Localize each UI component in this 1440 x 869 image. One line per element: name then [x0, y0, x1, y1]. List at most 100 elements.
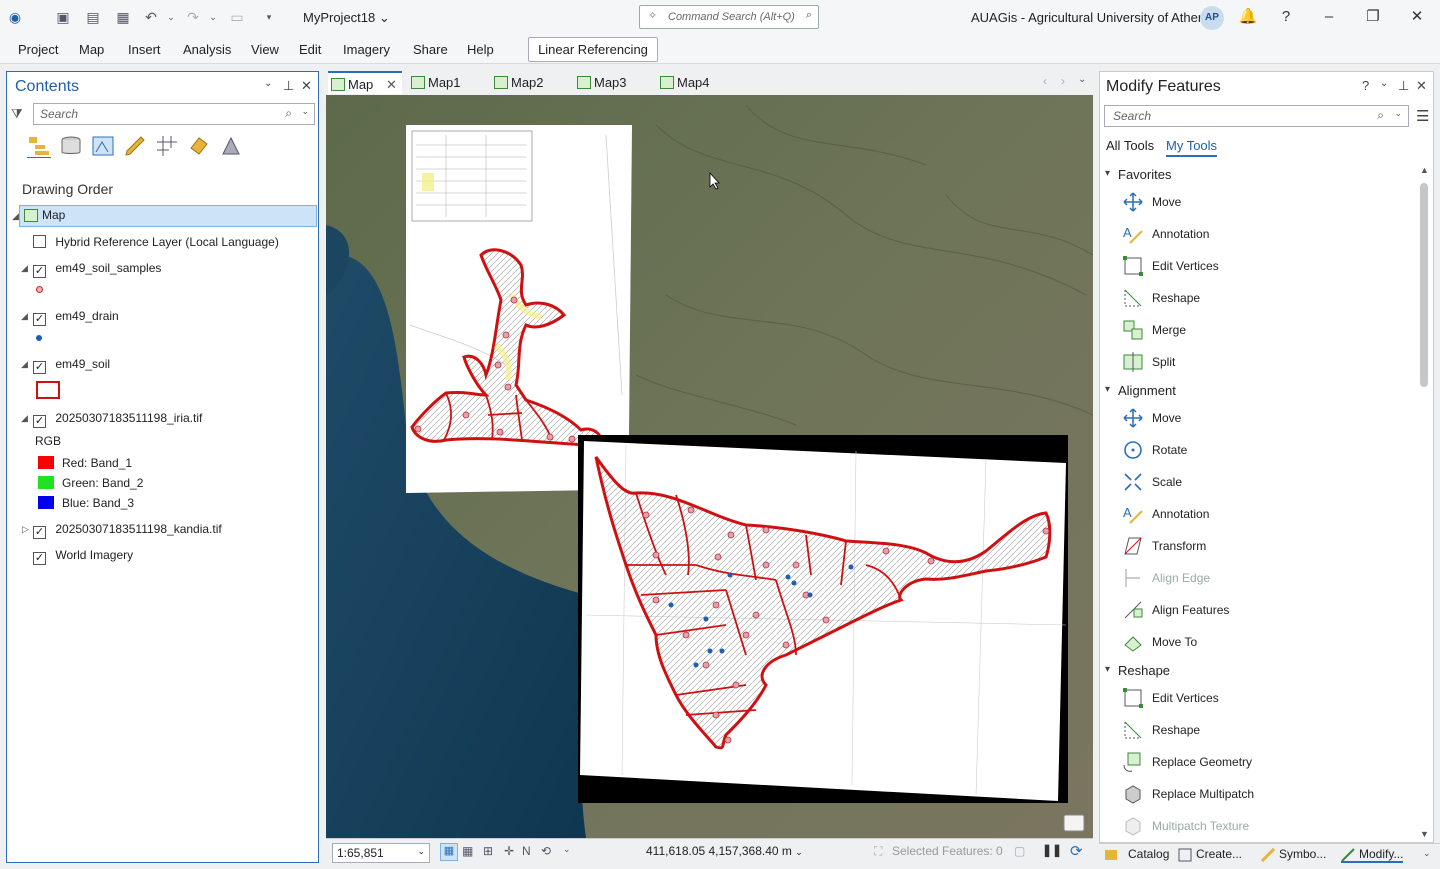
menu-icon[interactable]: ☰ [1416, 107, 1429, 125]
clear-selection-icon[interactable]: ▢ [1014, 844, 1025, 858]
group-alignment[interactable]: ▾ Alignment [1105, 383, 1176, 398]
menu-analysis[interactable]: Analysis [183, 42, 231, 57]
chevron-down-icon[interactable]: ⌄ [563, 844, 571, 855]
tool-multipatch-texture[interactable]: Multipatch Texture [1122, 815, 1322, 839]
avatar[interactable]: AP [1200, 6, 1224, 30]
layer-world-imagery[interactable]: ✓ World Imagery [33, 545, 133, 565]
tab-map2[interactable]: Map2 [491, 71, 544, 94]
close-tab-icon[interactable]: ✕ [386, 77, 397, 93]
notifications-icon[interactable]: 🔔 [1237, 6, 1259, 28]
map-canvas[interactable] [326, 95, 1093, 838]
tool-align-annotation[interactable]: A Annotation [1122, 503, 1322, 527]
tool-replace-multipatch[interactable]: Replace Multipatch [1122, 783, 1322, 807]
layer-hybrid-reference[interactable]: Hybrid Reference Layer (Local Language) [33, 232, 279, 252]
close-pane-icon[interactable]: ✕ [1416, 78, 1427, 94]
map-tips-icon[interactable] [1063, 814, 1085, 832]
menu-view[interactable]: View [251, 42, 279, 57]
list-by-labeling-icon[interactable] [187, 134, 211, 158]
pane-options-icon[interactable]: ⌄ [1380, 78, 1388, 89]
collapse-icon[interactable]: ◢ [21, 311, 28, 322]
tool-annotation[interactable]: A Annotation [1122, 223, 1322, 247]
help-icon[interactable]: ? [1275, 6, 1297, 28]
menu-project[interactable]: Project [18, 42, 58, 57]
tab-symbology[interactable]: Symbo... [1261, 847, 1326, 862]
list-by-selection-icon[interactable] [91, 134, 115, 158]
pin-icon[interactable]: ⊥ [1398, 78, 1409, 94]
modify-scrollbar[interactable]: ▲ ▼ [1416, 165, 1432, 843]
refresh-icon[interactable]: ⟳ [1070, 842, 1083, 860]
scale-selector[interactable]: 1:65,851 ⌄ [332, 843, 430, 863]
group-favorites[interactable]: ▾ Favorites [1105, 167, 1171, 182]
tab-map4[interactable]: Map4 [657, 71, 710, 94]
pause-drawing-icon[interactable]: ❚❚ [1042, 843, 1062, 857]
modify-search-input[interactable]: Search ⌕ ⌄ [1104, 105, 1409, 127]
tool-move-to[interactable]: Move To [1122, 631, 1322, 655]
collapse-icon[interactable]: ◢ [21, 413, 28, 424]
layer-kandia-tif[interactable]: ✓ 20250307183511198_kandia.tif [33, 519, 222, 539]
visibility-checkbox[interactable]: ✓ [33, 361, 46, 374]
expand-icon[interactable]: ▷ [22, 524, 29, 535]
scroll-right-icon[interactable]: › [1061, 74, 1065, 88]
visibility-checkbox[interactable]: ✓ [33, 313, 46, 326]
tool-rotate[interactable]: Rotate [1122, 439, 1322, 463]
menu-help[interactable]: Help [467, 42, 494, 57]
tab-map3[interactable]: Map3 [574, 71, 627, 94]
tool-move[interactable]: Move [1122, 191, 1322, 215]
tab-list-icon[interactable]: ⌄ [1078, 74, 1086, 85]
redo-dropdown-icon[interactable]: ⌄ [204, 8, 222, 26]
menu-edit[interactable]: Edit [299, 42, 321, 57]
tool-align-move[interactable]: Move [1122, 407, 1322, 431]
open-project-icon[interactable]: ▤ [84, 8, 102, 26]
tab-linear-referencing[interactable]: Linear Referencing [528, 37, 658, 62]
tab-modify-features[interactable]: Modify... [1341, 847, 1404, 863]
new-project-icon[interactable]: ▣ [54, 8, 72, 26]
scrollbar-thumb[interactable] [1420, 183, 1428, 387]
refresh-layout-icon[interactable]: ⟲ [541, 844, 551, 858]
tab-my-tools[interactable]: My Tools [1166, 138, 1218, 157]
command-search-input[interactable]: ✧ Command Search (Alt+Q) ⌕ [639, 5, 819, 29]
project-name[interactable]: MyProject18 ⌄ [303, 10, 390, 26]
fixed-zoom-icon[interactable]: ▦ [440, 843, 458, 861]
layer-soil[interactable]: ✓ em49_soil [33, 354, 110, 374]
pin-icon[interactable]: ⊥ [283, 78, 294, 94]
menu-map[interactable]: Map [79, 42, 104, 57]
crosshair-icon[interactable]: ✛ [504, 844, 514, 858]
list-by-source-icon[interactable] [59, 134, 83, 158]
layer-iria-tif[interactable]: ✓ 20250307183511198_iria.tif [33, 408, 202, 428]
list-by-editing-icon[interactable] [123, 134, 147, 158]
tool-merge[interactable]: Merge [1122, 319, 1322, 343]
tab-catalog[interactable]: Catalog [1104, 847, 1169, 861]
redo-icon[interactable]: ↷ [184, 8, 202, 26]
minimize-button[interactable]: – [1318, 6, 1340, 28]
visibility-checkbox[interactable]: ✓ [33, 415, 46, 428]
tool-align-features[interactable]: Align Features [1122, 599, 1322, 623]
collapse-icon[interactable]: ◢ [21, 263, 28, 274]
customize-toolbar-icon[interactable]: ▾ [260, 8, 278, 26]
tab-map1[interactable]: Map1 [408, 71, 461, 94]
layer-map-node[interactable]: ◢ Map [12, 205, 317, 227]
pane-options-icon[interactable]: ⌄ [264, 78, 272, 89]
north-arrow-icon[interactable]: N [522, 844, 531, 858]
tool-align-edge[interactable]: Align Edge [1122, 567, 1322, 591]
tab-all-tools[interactable]: All Tools [1106, 138, 1154, 153]
close-pane-icon[interactable]: ✕ [301, 78, 312, 94]
save-project-icon[interactable]: ▦ [114, 8, 132, 26]
quick-access-icon[interactable]: ▭ [228, 8, 246, 26]
layer-drain[interactable]: ✓ em49_drain [33, 306, 119, 326]
visibility-checkbox[interactable]: ✓ [33, 552, 46, 565]
tool-split[interactable]: Split [1122, 351, 1322, 375]
polygon-symbol-icon[interactable] [36, 381, 60, 399]
scroll-left-icon[interactable]: ‹ [1043, 74, 1047, 88]
collapse-icon[interactable]: ◢ [21, 359, 28, 370]
tool-reshape-edit-vertices[interactable]: Edit Vertices [1122, 687, 1322, 711]
undo-icon[interactable]: ↶ [142, 8, 160, 26]
list-by-perspective-icon[interactable] [219, 134, 243, 158]
layer-soil-samples[interactable]: ✓ em49_soil_samples [33, 258, 161, 278]
coordinate-readout[interactable]: 411,618.05 4,157,368.40 m ⌄ [646, 844, 803, 858]
tool-edit-vertices[interactable]: Edit Vertices [1122, 255, 1322, 279]
filter-icon[interactable]: ⧩ [11, 106, 23, 122]
scroll-down-icon[interactable]: ▼ [1420, 829, 1429, 839]
tab-map[interactable]: Map ✕ [328, 71, 402, 94]
scroll-up-icon[interactable]: ▲ [1420, 165, 1429, 175]
visibility-checkbox[interactable]: ✓ [33, 526, 46, 539]
